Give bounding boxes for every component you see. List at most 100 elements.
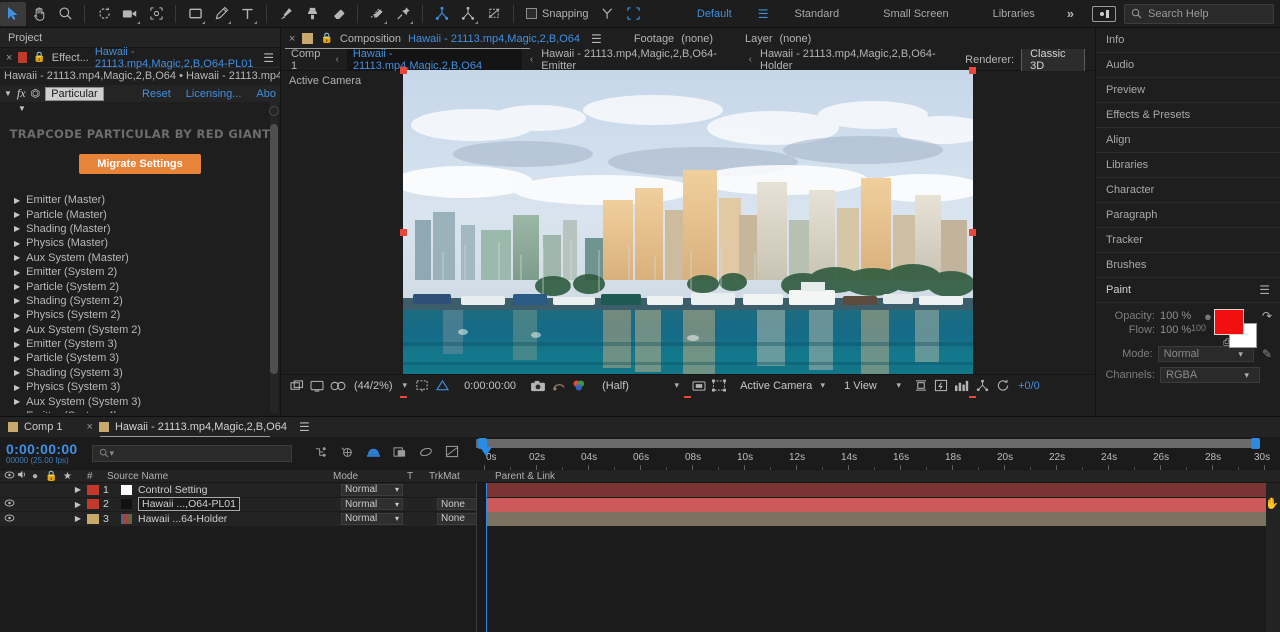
effect-group-physics-system2[interactable]: ▶ Physics (System 2) — [0, 308, 280, 322]
eraser-tool[interactable] — [325, 2, 351, 26]
panel-tab-info[interactable]: Info — [1096, 28, 1280, 53]
group-triangle-icon[interactable]: ▶ — [14, 296, 20, 305]
effect-group-particle-master[interactable]: ▶ Particle (Master) — [0, 207, 280, 221]
t-switch[interactable] — [413, 512, 433, 527]
effect-group-aux-system3[interactable]: ▶ Aux System (System 3) — [0, 394, 280, 408]
pen-tool[interactable] — [208, 2, 234, 26]
effect-group-aux-master[interactable]: ▶ Aux System (Master) — [0, 251, 280, 265]
timeline-tab-active[interactable]: Hawaii - 21113.mp4,Magic,2,B,O64 — [115, 421, 287, 433]
view-layout-dropdown[interactable]: 1 View ▾ — [839, 378, 911, 394]
panel-tab-align[interactable]: Align — [1096, 128, 1280, 153]
current-time-display[interactable]: 0:00:00:00 00000 (25.00 fps) — [0, 441, 78, 465]
paint-channels-dropdown[interactable]: RGBA ▾ — [1160, 367, 1260, 383]
orbit-camera-tool[interactable] — [455, 2, 481, 26]
effect-group-physics-system3[interactable]: ▶ Physics (System 3) — [0, 380, 280, 394]
transform-handle-tr[interactable] — [969, 67, 976, 74]
solo-switch[interactable] — [28, 497, 41, 512]
current-time-value[interactable]: 0:00:00:00 — [6, 441, 78, 457]
composition-name[interactable]: Hawaii - 21113.mp4,Magic,2,B,O64 — [408, 33, 580, 45]
panel-tab-audio[interactable]: Audio — [1096, 53, 1280, 78]
layer-label-color[interactable] — [87, 499, 99, 510]
channels-chevron-down-icon[interactable]: ▾ — [1239, 370, 1254, 381]
mask-tool[interactable] — [481, 2, 507, 26]
opacity-value[interactable]: 100 % — [1160, 310, 1204, 322]
transform-handle-ml[interactable] — [400, 229, 407, 236]
disclosure-triangle-icon[interactable]: ▼ — [4, 89, 12, 98]
brush-tool[interactable] — [273, 2, 299, 26]
group-triangle-icon[interactable]: ▶ — [14, 224, 20, 233]
panel-tab-brushes[interactable]: Brushes — [1096, 253, 1280, 278]
layer-expand-triangle-icon[interactable]: ▶ — [59, 497, 83, 512]
eyedropper-icon[interactable]: ✎ — [1262, 347, 1272, 361]
hand-tool[interactable] — [26, 2, 52, 26]
enable-motion-blur-icon[interactable] — [419, 446, 433, 461]
project-tab-label[interactable]: Project — [8, 32, 42, 44]
lock-switch[interactable] — [41, 497, 59, 512]
breadcrumb-selected[interactable]: Hawaii - 21113.mp4,Magic,2,B,O64 — [346, 46, 522, 73]
timeline-graph-icon[interactable] — [951, 376, 972, 396]
channel-rgb-icon[interactable] — [569, 376, 589, 396]
effect-group-shading-system3[interactable]: ▶ Shading (System 3) — [0, 366, 280, 380]
layer-bar-2[interactable] — [486, 498, 1272, 512]
transform-handle-mr[interactable] — [969, 229, 976, 236]
about-link[interactable]: Abo — [256, 88, 276, 100]
panel-tab-paragraph[interactable]: Paragraph — [1096, 203, 1280, 228]
show-snapshot-icon[interactable] — [549, 376, 569, 396]
zoom-tool[interactable] — [52, 2, 78, 26]
group-triangle-icon[interactable]: ▶ — [14, 239, 20, 248]
draft-3d-icon[interactable] — [340, 445, 354, 461]
effect-group-emitter-system4[interactable]: ▶ Emitter (System 4) — [0, 409, 280, 413]
layer-expand-triangle-icon[interactable]: ▶ — [59, 512, 83, 527]
grab-hand-icon[interactable]: ✋ — [1265, 497, 1279, 510]
breadcrumb-holder[interactable]: Hawaii - 21113.mp4,Magic,2,B,O64-Holder — [760, 48, 957, 72]
default-colors-icon[interactable]: ⎙ — [1223, 337, 1230, 348]
roto-brush-tool[interactable] — [364, 2, 390, 26]
current-time-indicator[interactable] — [486, 483, 487, 632]
layer-bar-3[interactable] — [486, 512, 1272, 526]
source-name-header[interactable]: Source Name — [103, 471, 329, 482]
search-help-input[interactable]: Search Help — [1124, 3, 1274, 24]
group-triangle-icon[interactable]: ▶ — [14, 383, 20, 392]
t-switch[interactable] — [413, 497, 433, 512]
toggle-mask-paths-icon[interactable] — [709, 376, 729, 396]
renderer-value[interactable]: Classic 3D — [1021, 45, 1086, 74]
clone-stamp-tool[interactable] — [299, 2, 325, 26]
lock-icon[interactable]: 🔒 — [33, 52, 45, 63]
snapping-checkbox[interactable] — [526, 8, 537, 19]
account-icon[interactable] — [1092, 5, 1116, 22]
region-of-interest-icon[interactable] — [412, 376, 432, 396]
panel-tab-character[interactable]: Character — [1096, 178, 1280, 203]
snapping-toggle[interactable]: Snapping — [520, 8, 595, 20]
shape-tool[interactable] — [182, 2, 208, 26]
sub-disclosure-triangle-icon[interactable]: ▼ — [0, 102, 280, 113]
paint-panel-menu-icon[interactable]: ☰ — [1259, 283, 1270, 297]
composition-viewer-stage[interactable]: Active Camera (44/2%) ▾ 0:00:00:00 (Half… — [281, 67, 1095, 398]
camera-chevron-down-icon[interactable]: ▾ — [816, 380, 831, 391]
graph-editor-icon[interactable] — [445, 445, 459, 461]
breadcrumb-emitter[interactable]: Hawaii - 21113.mp4,Magic,2,B,O64-Emitter — [541, 48, 740, 72]
layer-bar-1[interactable] — [486, 483, 1272, 497]
workspace-libraries[interactable]: Libraries — [971, 0, 1057, 28]
panel-menu-icon[interactable]: ☰ — [263, 51, 274, 65]
frame-offset-value[interactable]: +0/0 — [1013, 376, 1045, 396]
video-switch[interactable] — [0, 497, 15, 512]
group-triangle-icon[interactable]: ▶ — [14, 412, 20, 413]
rotation-tool[interactable] — [91, 2, 117, 26]
layer-label-color[interactable] — [87, 513, 99, 524]
workspace-small-screen[interactable]: Small Screen — [861, 0, 970, 28]
mode-dropdown[interactable]: Normal ▾ — [341, 498, 403, 511]
transform-handle-tl[interactable] — [400, 67, 407, 74]
stereo-3d-icon[interactable] — [327, 376, 349, 396]
effect-group-shading-system2[interactable]: ▶ Shading (System 2) — [0, 294, 280, 308]
zoom-level-value[interactable]: (44/2%) — [349, 376, 398, 396]
enable-frame-blending-icon[interactable] — [392, 446, 407, 461]
timeline-zoom-bar[interactable] — [476, 439, 1260, 448]
effect-group-physics-master[interactable]: ▶ Physics (Master) — [0, 236, 280, 250]
effect-group-emitter-system2[interactable]: ▶ Emitter (System 2) — [0, 265, 280, 279]
3d-renderer-icon[interactable] — [972, 376, 993, 396]
panel-tab-effects-presets[interactable]: Effects & Presets — [1096, 103, 1280, 128]
timeline-tab-comp1[interactable]: Comp 1 — [24, 421, 63, 433]
workspace-standard[interactable]: Standard — [773, 0, 862, 28]
workspace-menu-icon[interactable]: ☰ — [754, 7, 773, 21]
snapshot-camera-icon[interactable] — [527, 376, 549, 396]
